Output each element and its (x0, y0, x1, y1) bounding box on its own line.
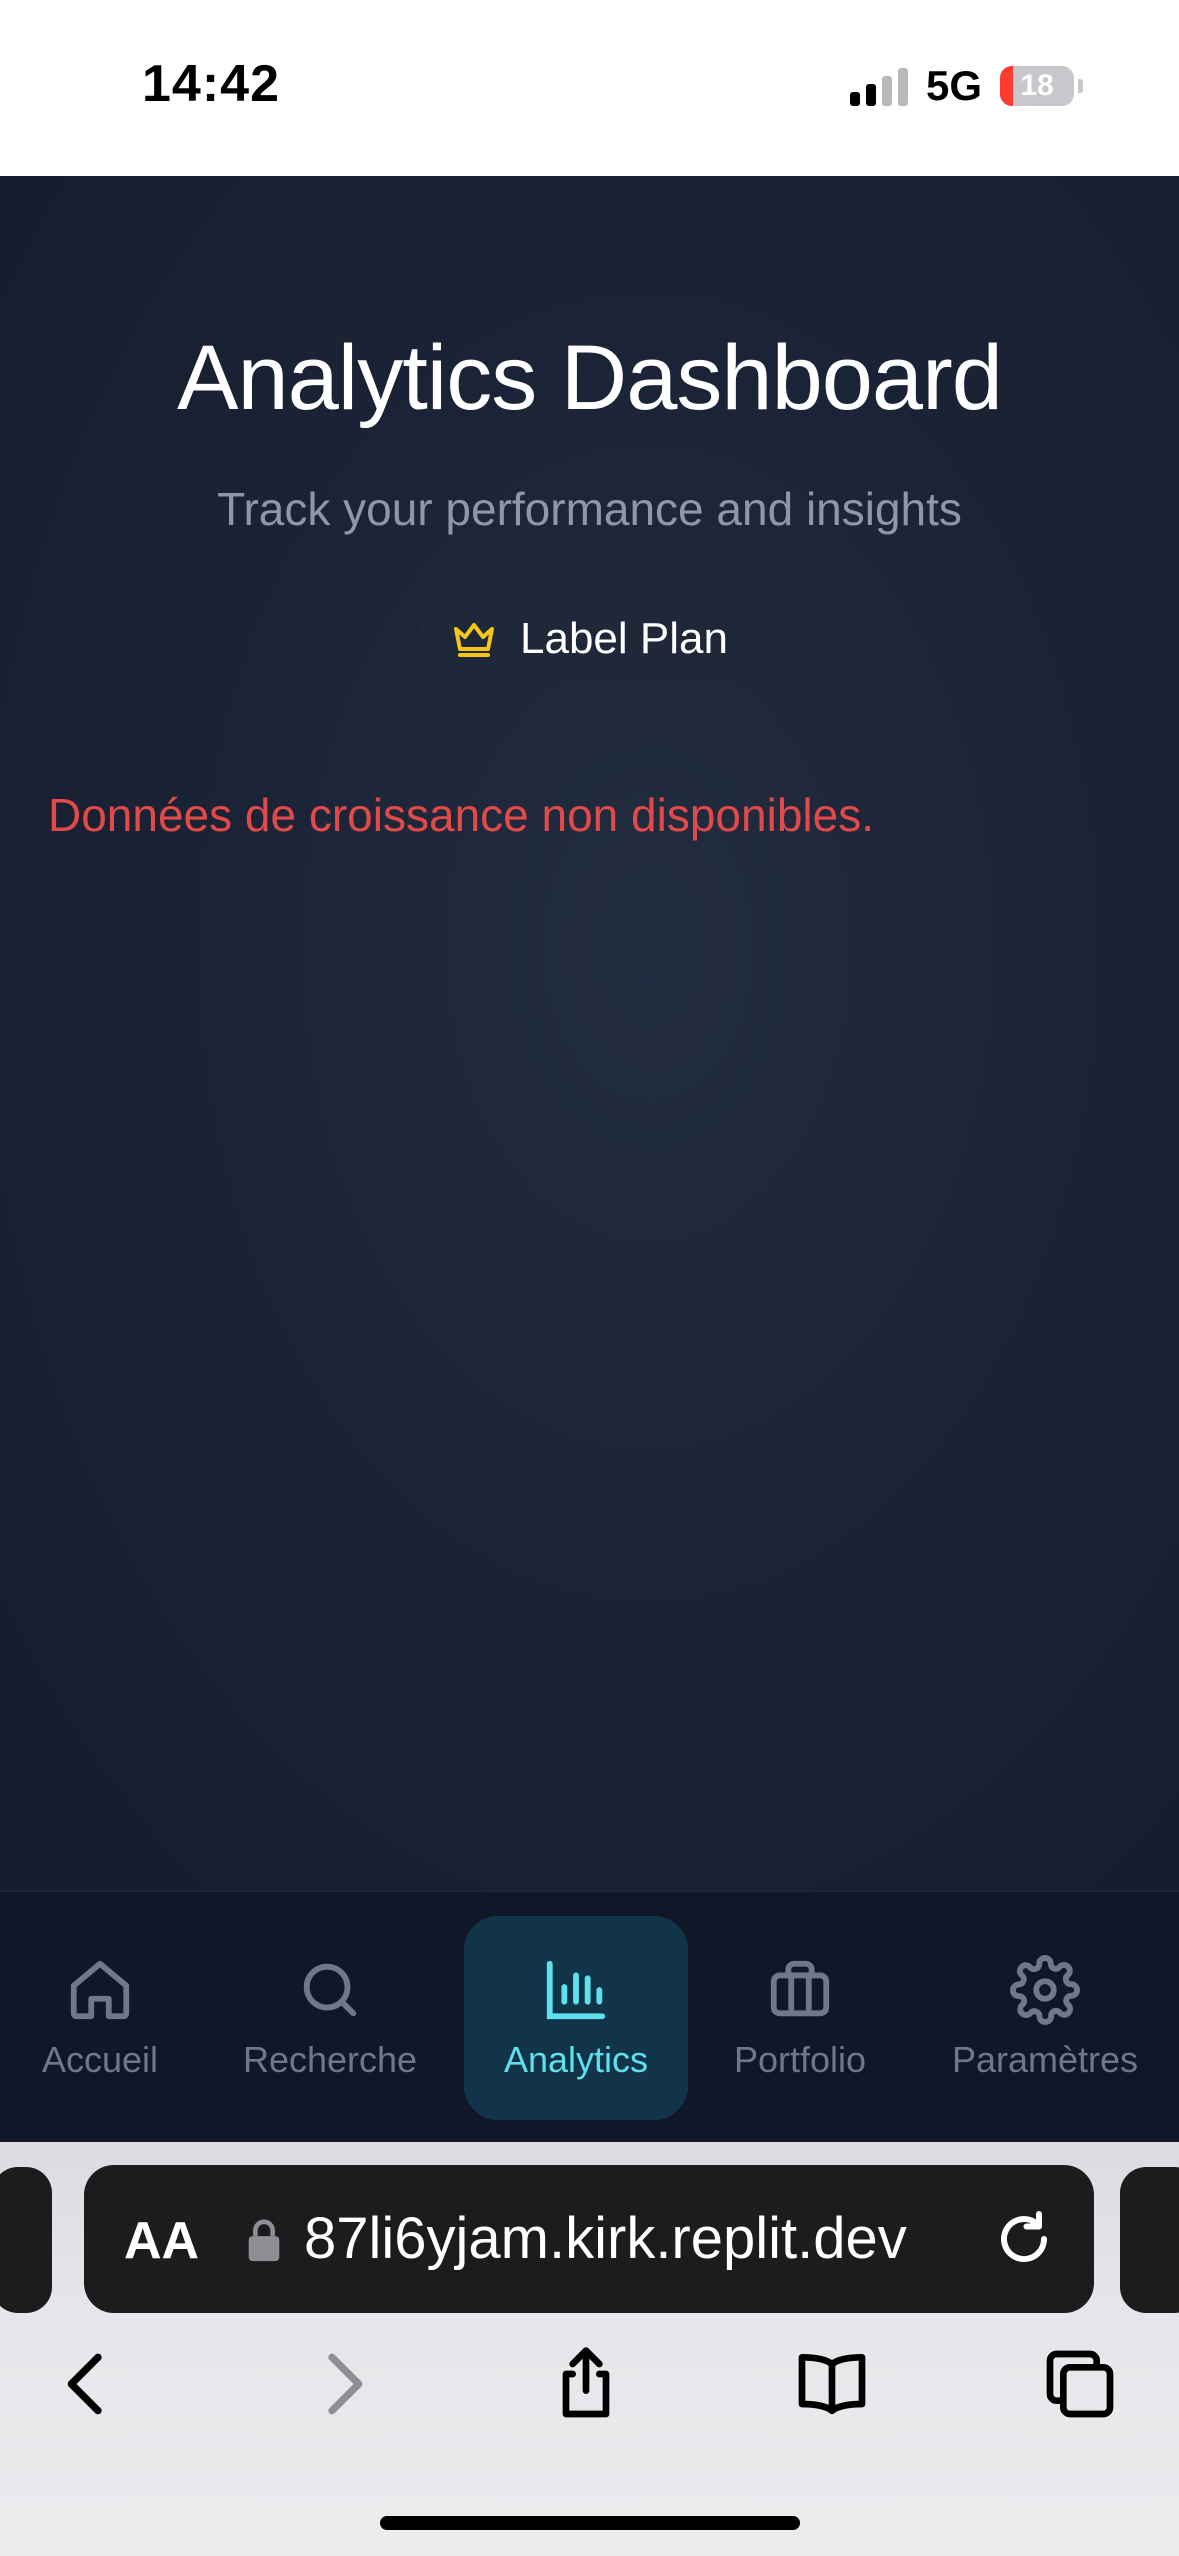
plan-badge-label: Label Plan (520, 614, 728, 663)
nav-label-recherche: Recherche (242, 2039, 418, 2080)
battery-fill (1000, 66, 1014, 106)
status-time: 14:42 (142, 55, 280, 113)
briefcase-icon (770, 1960, 830, 2017)
crown-icon (454, 623, 495, 657)
reload-icon[interactable] (994, 2209, 1054, 2269)
bottom-navigation: Accueil Recherche Analytics Portfolio Pa… (0, 1890, 1179, 2142)
page-title: Analytics Dashboard (177, 327, 1003, 429)
lock-icon (248, 2219, 280, 2262)
battery-icon: 18 (1000, 66, 1074, 106)
status-icons: 5G 18 (849, 62, 1083, 110)
share-icon[interactable] (546, 2344, 626, 2424)
nav-label-accueil: Accueil (41, 2039, 159, 2080)
previous-tab-edge[interactable] (0, 2167, 52, 2313)
nav-item-analytics[interactable]: Analytics (464, 1916, 688, 2120)
page-subtitle: Track your performance and insights (217, 483, 962, 535)
network-type: 5G (925, 62, 982, 109)
next-tab-edge[interactable] (1120, 2167, 1179, 2313)
home-indicator[interactable] (380, 2516, 800, 2530)
search-icon (303, 1963, 357, 2017)
bar-chart-icon (546, 1960, 606, 2020)
home-icon (70, 1960, 130, 2020)
screen: 14:42 5G 18 Analytics Dashboard Track yo… (0, 0, 1179, 2556)
nav-label-portfolio: Portfolio (733, 2039, 867, 2080)
status-bar: 14:42 5G 18 (0, 0, 1179, 176)
battery-level: 18 (1020, 69, 1054, 102)
text-size-button[interactable]: AA (124, 2211, 199, 2271)
address-bar[interactable]: AA 87li6yjam.kirk.replit.dev (84, 2165, 1094, 2313)
nav-label-analytics: Analytics (503, 2039, 649, 2080)
nav-item-parametres[interactable]: Paramètres (930, 1916, 1160, 2120)
error-message: Données de croissance non disponibles. (48, 789, 874, 841)
nav-label-parametres: Paramètres (951, 2039, 1139, 2080)
bookmarks-icon[interactable] (792, 2344, 872, 2424)
battery-nub (1078, 79, 1083, 93)
cellular-signal-icon (849, 66, 908, 106)
app-content: Analytics Dashboard Track your performan… (0, 176, 1179, 1890)
url-text[interactable]: 87li6yjam.kirk.replit.dev (304, 2205, 907, 2272)
nav-item-portfolio[interactable]: Portfolio (710, 1916, 890, 2120)
back-icon[interactable] (48, 2344, 128, 2424)
gear-icon (1010, 1955, 1080, 2025)
forward-icon[interactable] (302, 2344, 382, 2424)
nav-item-accueil[interactable]: Accueil (10, 1916, 190, 2120)
plan-badge[interactable]: Label Plan (418, 596, 760, 682)
tabs-icon[interactable] (1040, 2344, 1120, 2424)
nav-item-recherche[interactable]: Recherche (220, 1916, 440, 2120)
